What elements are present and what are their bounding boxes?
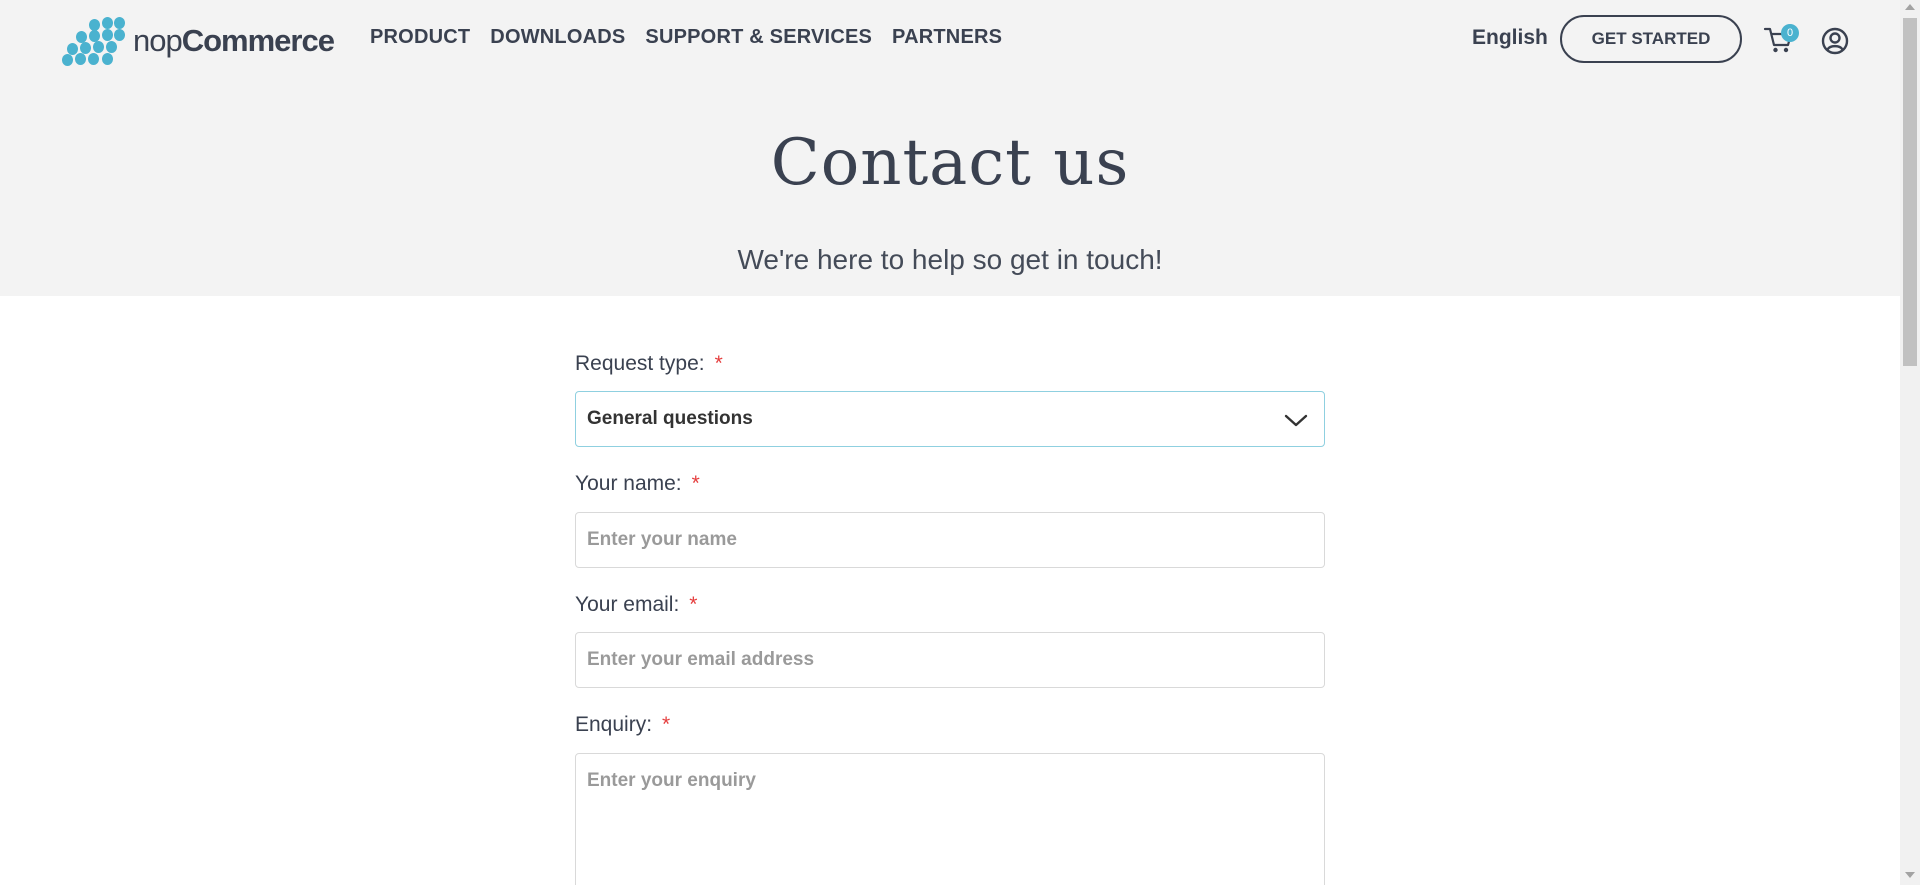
page: nopCommerce PRODUCT DOWNLOADS SUPPORT & … [0, 0, 1900, 885]
email-input[interactable] [575, 632, 1325, 688]
scroll-down-arrow-icon[interactable] [1905, 872, 1915, 878]
page-subtitle: We're here to help so get in touch! [737, 244, 1163, 275]
required-marker: * [662, 713, 671, 736]
nav-partners[interactable]: PARTNERS [892, 26, 1002, 49]
chevron-down-icon [1284, 414, 1308, 427]
enquiry-textarea[interactable] [575, 753, 1325, 885]
name-label-text: Your name: [575, 472, 682, 495]
required-marker: * [691, 472, 700, 495]
user-circle-icon[interactable] [1821, 27, 1849, 55]
nopcommerce-logo[interactable]: nopCommerce [62, 17, 335, 66]
name-input[interactable] [575, 512, 1325, 568]
request-type-select[interactable]: General questions [575, 391, 1325, 447]
nav-product[interactable]: PRODUCT [370, 26, 470, 49]
main-nav: PRODUCT DOWNLOADS SUPPORT & SERVICES PAR… [370, 26, 1002, 49]
required-marker: * [714, 352, 723, 375]
nav-support-services[interactable]: SUPPORT & SERVICES [645, 26, 872, 49]
enquiry-label: Enquiry: * [575, 713, 670, 737]
request-type-label-text: Request type: [575, 352, 705, 375]
cart-count-badge: 0 [1781, 24, 1799, 42]
email-label-text: Your email: [575, 593, 680, 616]
request-type-value: General questions [587, 408, 753, 429]
enquiry-label-text: Enquiry: [575, 713, 653, 736]
email-label: Your email: * [575, 593, 697, 617]
logo-text-bold: Commerce [181, 23, 335, 58]
scroll-up-arrow-icon[interactable] [1905, 4, 1915, 10]
vertical-scrollbar[interactable] [1900, 0, 1920, 885]
name-label: Your name: * [575, 472, 700, 496]
page-title: Contact us [770, 126, 1130, 200]
logo-text: nopCommerce [133, 23, 335, 58]
language-selector[interactable]: English [1472, 26, 1548, 50]
get-started-button[interactable]: GET STARTED [1560, 15, 1742, 63]
required-marker: * [689, 593, 698, 616]
nav-downloads[interactable]: DOWNLOADS [490, 26, 625, 49]
logo-text-light: nop [133, 23, 183, 58]
request-type-label: Request type: * [575, 352, 723, 376]
logo-dots-icon [62, 17, 125, 66]
scrollbar-thumb[interactable] [1903, 18, 1917, 366]
